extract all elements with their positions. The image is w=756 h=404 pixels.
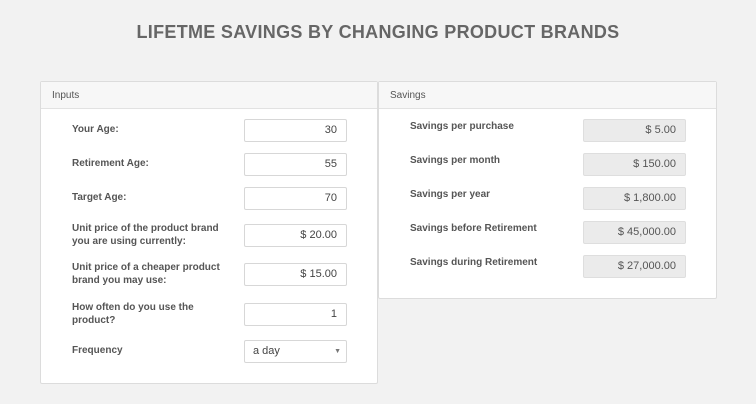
how-often-label-line1: How often do you use the xyxy=(72,302,194,313)
retirement-age-input[interactable]: 55 xyxy=(244,153,347,176)
inputs-panel-header: Inputs xyxy=(41,82,377,109)
target-age-input[interactable]: 70 xyxy=(244,187,347,210)
inputs-panel: Inputs Your Age: 30 Retirement Age: 55 T… xyxy=(40,81,378,384)
savings-per-purchase-value: $ 5.00 xyxy=(583,119,686,142)
target-age-label: Target Age: xyxy=(72,192,127,203)
how-often-label: How often do you use the product? xyxy=(72,301,194,327)
how-often-input[interactable]: 1 xyxy=(244,303,347,326)
unit-price-current-label-line2: you are using currently: xyxy=(72,236,186,247)
savings-panel-header: Savings xyxy=(379,82,716,109)
page-title: LIFETME SAVINGS BY CHANGING PRODUCT BRAN… xyxy=(136,22,620,42)
how-often-label-line2: product? xyxy=(72,315,116,326)
savings-per-purchase-label: Savings per purchase xyxy=(410,121,514,132)
your-age-input[interactable]: 30 xyxy=(244,119,347,142)
unit-price-cheaper-input[interactable]: $ 15.00 xyxy=(244,263,347,286)
savings-per-year-value: $ 1,800.00 xyxy=(583,187,686,210)
frequency-selected-value: a day xyxy=(253,345,280,357)
unit-price-cheaper-label-line1: Unit price of a cheaper product xyxy=(72,262,220,273)
savings-during-retirement-label: Savings during Retirement xyxy=(410,257,538,268)
unit-price-current-label-line1: Unit price of the product brand xyxy=(72,223,219,234)
savings-during-retirement-value: $ 27,000.00 xyxy=(583,255,686,278)
frequency-label: Frequency xyxy=(72,345,123,356)
savings-before-retirement-label: Savings before Retirement xyxy=(410,223,537,234)
unit-price-cheaper-label-line2: brand you may use: xyxy=(72,275,167,286)
savings-panel: Savings Savings per purchase $ 5.00 Savi… xyxy=(378,81,717,299)
retirement-age-label: Retirement Age: xyxy=(72,158,149,169)
frequency-select[interactable]: a day ▼ xyxy=(244,340,347,363)
unit-price-current-input[interactable]: $ 20.00 xyxy=(244,224,347,247)
savings-before-retirement-value: $ 45,000.00 xyxy=(583,221,686,244)
savings-per-year-label: Savings per year xyxy=(410,189,491,200)
savings-per-month-label: Savings per month xyxy=(410,155,501,166)
unit-price-current-label: Unit price of the product brand you are … xyxy=(72,222,219,248)
savings-per-month-value: $ 150.00 xyxy=(583,153,686,176)
your-age-label: Your Age: xyxy=(72,124,119,135)
unit-price-cheaper-label: Unit price of a cheaper product brand yo… xyxy=(72,261,220,287)
chevron-down-icon: ▼ xyxy=(334,348,341,355)
